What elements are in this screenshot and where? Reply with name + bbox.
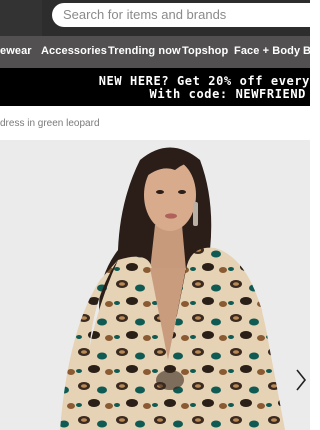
promo-code: With code: NEWFRIEND bbox=[149, 87, 306, 101]
nav-item-topshop[interactable]: Topshop bbox=[182, 45, 228, 57]
search-input[interactable]: Search for items and brands bbox=[52, 3, 320, 27]
nav-item-trending-now[interactable]: Trending now bbox=[108, 45, 181, 57]
product-photo[interactable] bbox=[0, 140, 310, 430]
menu-area[interactable] bbox=[0, 0, 42, 36]
top-bar: Search for items and brands bbox=[0, 0, 320, 36]
nav-item-ewear[interactable]: ewear bbox=[0, 45, 32, 57]
model-illustration bbox=[0, 140, 310, 430]
nav-item-accessories[interactable]: Accessories bbox=[41, 45, 107, 57]
breadcrumb[interactable]: dress in green leopard bbox=[0, 118, 100, 129]
promo-banner[interactable]: NEW HERE? Get 20% off every With code: N… bbox=[0, 68, 310, 106]
search-placeholder: Search for items and brands bbox=[63, 7, 227, 22]
nav-item-face-body[interactable]: Face + Body bbox=[234, 45, 300, 57]
category-nav: ewear Accessories Trending now Topshop F… bbox=[0, 36, 310, 68]
nav-item-b[interactable]: B bbox=[303, 45, 310, 57]
promo-headline: NEW HERE? Get 20% off every bbox=[98, 74, 310, 88]
chevron-right-icon[interactable] bbox=[295, 368, 307, 392]
